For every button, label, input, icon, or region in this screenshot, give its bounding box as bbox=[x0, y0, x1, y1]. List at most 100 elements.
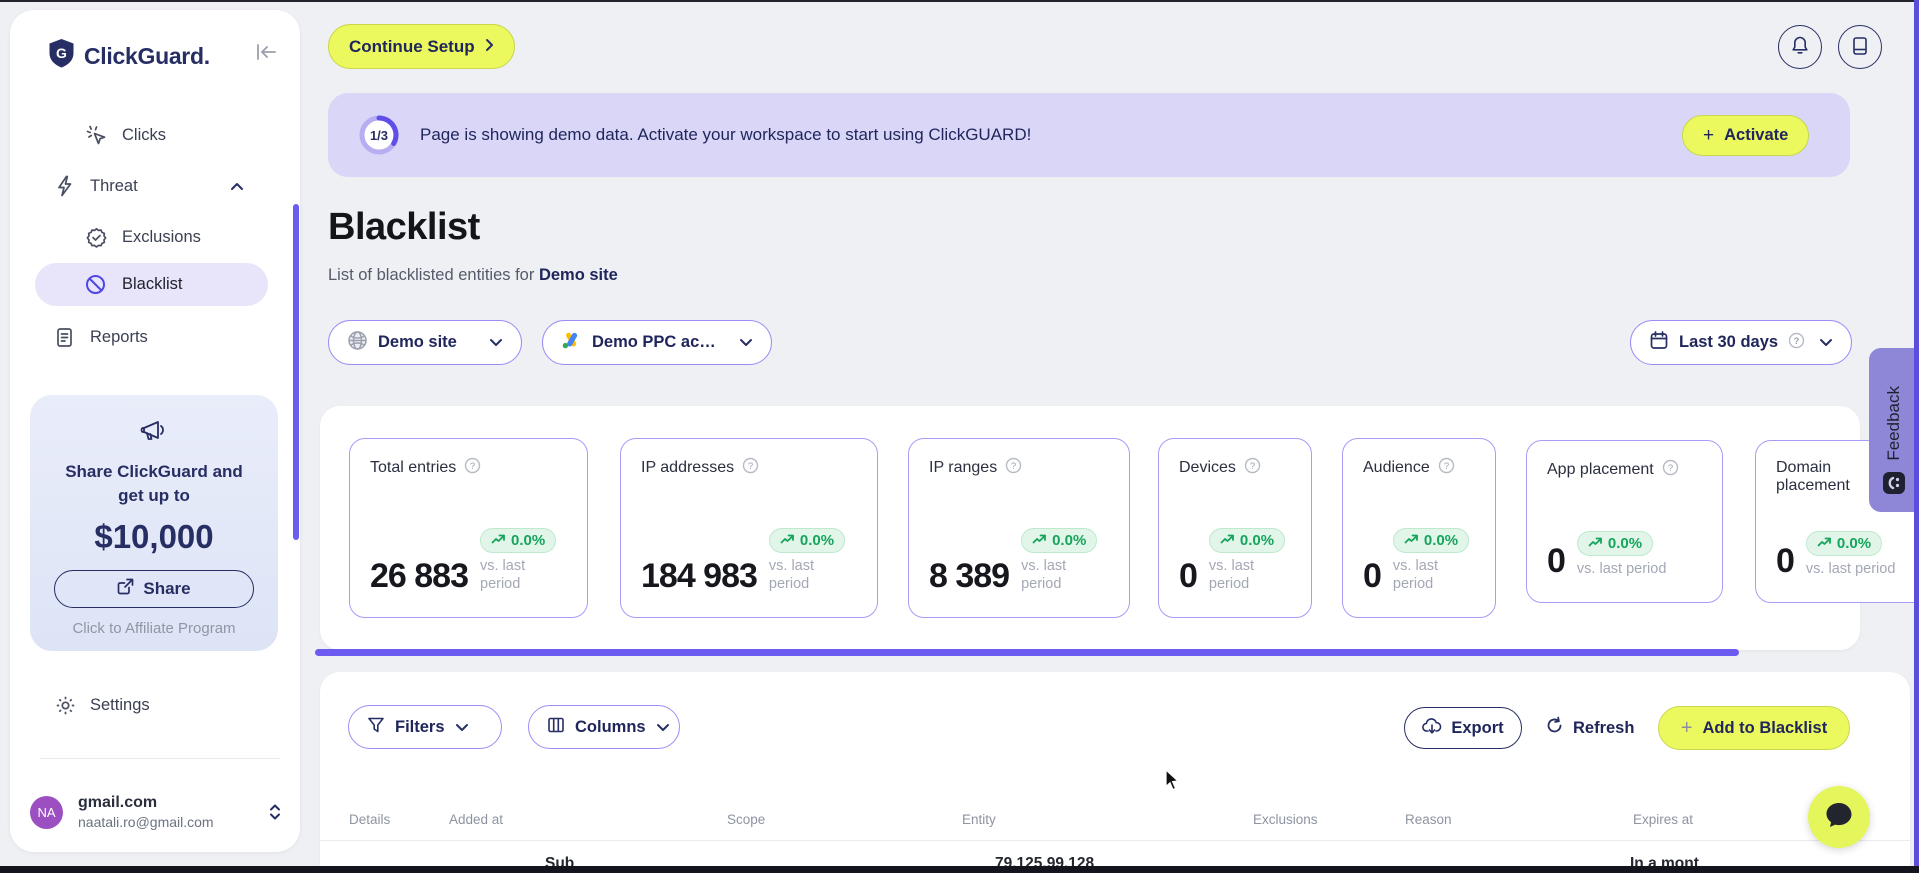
add-to-blacklist-button[interactable]: + Add to Blacklist bbox=[1658, 706, 1850, 750]
trend-up-icon bbox=[1220, 532, 1235, 549]
stat-card-delta-badge: 0.0% bbox=[768, 527, 846, 553]
clickguard-shield-icon: G bbox=[48, 38, 75, 74]
chat-widget-button[interactable] bbox=[1808, 786, 1870, 848]
column-header-scope[interactable]: Scope bbox=[727, 812, 765, 827]
svg-text:?: ? bbox=[470, 461, 475, 472]
sidebar-item-label: Threat bbox=[90, 176, 138, 195]
stat-card-delta-badge: 0.0% bbox=[1576, 530, 1654, 556]
export-button[interactable]: Export bbox=[1404, 707, 1522, 749]
share-button-label: Share bbox=[143, 578, 191, 598]
trend-up-icon bbox=[1817, 535, 1832, 552]
help-circle-icon[interactable]: ? bbox=[1244, 457, 1261, 479]
sidebar-item-label: Clicks bbox=[122, 125, 166, 144]
calendar-icon bbox=[1649, 330, 1669, 356]
stat-card-value: 26 883 bbox=[370, 557, 469, 595]
select-chevrons-icon bbox=[268, 803, 282, 821]
trend-up-icon bbox=[1032, 532, 1047, 549]
page-subtitle-prefix: List of blacklisted entities for bbox=[328, 266, 539, 284]
feedback-label: Feedback bbox=[1884, 386, 1903, 461]
stat-card-delta-badge: 0.0% bbox=[1805, 530, 1883, 556]
export-label: Export bbox=[1451, 718, 1504, 737]
stat-card-note: vs. last period bbox=[768, 557, 815, 592]
workspace-switcher[interactable]: NA gmail.com naatali.ro@gmail.com bbox=[30, 785, 282, 839]
chat-bubble-icon bbox=[1824, 801, 1854, 834]
promo-text: Share ClickGuard and get up to bbox=[65, 462, 243, 505]
column-header-expires-at[interactable]: Expires at bbox=[1633, 812, 1693, 827]
stat-card-ip-addresses: IP addresses? 184 983 0.0% vs. last period bbox=[620, 438, 878, 618]
banner-message: Page is showing demo data. Activate your… bbox=[420, 125, 1032, 144]
sidebar-item-threat[interactable]: Threat bbox=[26, 168, 284, 204]
sidebar-item-blacklist[interactable]: Blacklist bbox=[35, 263, 268, 306]
svg-text:?: ? bbox=[748, 461, 753, 472]
workspace-name: gmail.com bbox=[78, 794, 158, 811]
site-selector[interactable]: Demo site bbox=[328, 320, 522, 365]
column-header-reason[interactable]: Reason bbox=[1405, 812, 1452, 827]
refresh-button[interactable]: Refresh bbox=[1545, 707, 1634, 749]
user-email: naatali.ro@gmail.com bbox=[78, 814, 214, 830]
page-subtitle-target: Demo site bbox=[538, 266, 618, 284]
cards-horizontal-scrollbar[interactable] bbox=[315, 649, 1739, 656]
stat-card-value: 8 389 bbox=[929, 557, 1010, 595]
plus-icon: + bbox=[1703, 124, 1715, 146]
ppc-account-selector[interactable]: Demo PPC ac… bbox=[542, 320, 772, 365]
sidebar-item-exclusions[interactable]: Exclusions bbox=[26, 219, 284, 255]
sidebar-item-label: Blacklist bbox=[122, 275, 183, 293]
chevron-right-icon bbox=[485, 37, 494, 57]
help-circle-icon[interactable]: ? bbox=[742, 457, 759, 479]
share-button[interactable]: Share bbox=[54, 569, 254, 608]
trend-up-icon bbox=[491, 532, 506, 549]
sidebar-scrollbar[interactable] bbox=[293, 204, 299, 540]
book-icon bbox=[1851, 36, 1869, 59]
docs-button[interactable] bbox=[1838, 25, 1882, 69]
stat-card-label: IP addresses bbox=[641, 459, 735, 476]
column-header-entity[interactable]: Entity bbox=[962, 812, 996, 827]
sidebar-item-settings[interactable]: Settings bbox=[26, 687, 282, 723]
stat-card-note: vs. last period bbox=[480, 557, 526, 592]
add-to-blacklist-label: Add to Blacklist bbox=[1702, 718, 1828, 737]
chevron-down-icon bbox=[1819, 338, 1833, 347]
column-header-exclusions[interactable]: Exclusions bbox=[1253, 812, 1318, 827]
block-icon bbox=[85, 274, 106, 295]
notifications-button[interactable] bbox=[1778, 25, 1822, 69]
stat-card-delta-badge: 0.0% bbox=[1392, 527, 1470, 553]
megaphone-icon bbox=[139, 417, 169, 450]
stat-card-label: Audience bbox=[1363, 459, 1430, 476]
sidebar-item-reports[interactable]: Reports bbox=[26, 319, 284, 355]
setup-progress-ring: 1/3 bbox=[358, 114, 400, 156]
stat-card-label: Total entries bbox=[370, 459, 457, 476]
chevron-down-icon bbox=[656, 718, 670, 737]
continue-setup-label: Continue Setup bbox=[349, 36, 475, 56]
column-header-added-at[interactable]: Added at bbox=[449, 812, 503, 827]
activate-button[interactable]: + Activate bbox=[1682, 115, 1810, 156]
gear-icon bbox=[55, 695, 76, 716]
stat-card-total-entries: Total entries? 26 883 0.0% vs. last period bbox=[349, 438, 588, 618]
help-circle-icon[interactable]: ? bbox=[1005, 457, 1022, 479]
stat-card-ip-ranges: IP ranges? 8 389 0.0% vs. last period bbox=[908, 438, 1130, 618]
sidebar-item-label: Reports bbox=[90, 327, 148, 346]
help-circle-icon[interactable]: ? bbox=[464, 457, 481, 479]
table-header-divider bbox=[320, 840, 1910, 841]
trend-up-icon bbox=[780, 532, 795, 549]
filters-button[interactable]: Filters bbox=[348, 705, 502, 749]
page-subtitle: List of blacklisted entities for Demo si… bbox=[328, 266, 618, 285]
stat-card-value: 0 bbox=[1547, 542, 1566, 580]
help-circle-icon[interactable]: ? bbox=[1438, 457, 1455, 479]
column-header-details[interactable]: Details bbox=[349, 812, 390, 827]
cloud-download-icon bbox=[1422, 717, 1442, 740]
columns-button[interactable]: Columns bbox=[528, 705, 680, 749]
date-range-value: Last 30 days bbox=[1679, 333, 1779, 351]
continue-setup-button[interactable]: Continue Setup bbox=[328, 24, 515, 69]
date-range-selector[interactable]: Last 30 days ? bbox=[1630, 320, 1852, 365]
stat-card-label: App placement bbox=[1547, 461, 1654, 478]
chevron-down-icon bbox=[489, 338, 503, 347]
avatar: NA bbox=[30, 795, 63, 829]
google-ads-icon bbox=[561, 331, 582, 355]
affiliate-promo-card[interactable]: Share ClickGuard and get up to $10,000 S… bbox=[30, 395, 278, 651]
help-circle-icon[interactable]: ? bbox=[1662, 459, 1679, 481]
feedback-tab[interactable]: Feedback bbox=[1869, 348, 1919, 512]
sidebar-collapse-icon[interactable] bbox=[255, 42, 277, 67]
trend-up-icon bbox=[1588, 535, 1603, 552]
filters-label: Filters bbox=[395, 717, 445, 736]
sidebar-item-clicks[interactable]: Clicks bbox=[26, 117, 284, 153]
taskbar-edge bbox=[0, 866, 1919, 873]
